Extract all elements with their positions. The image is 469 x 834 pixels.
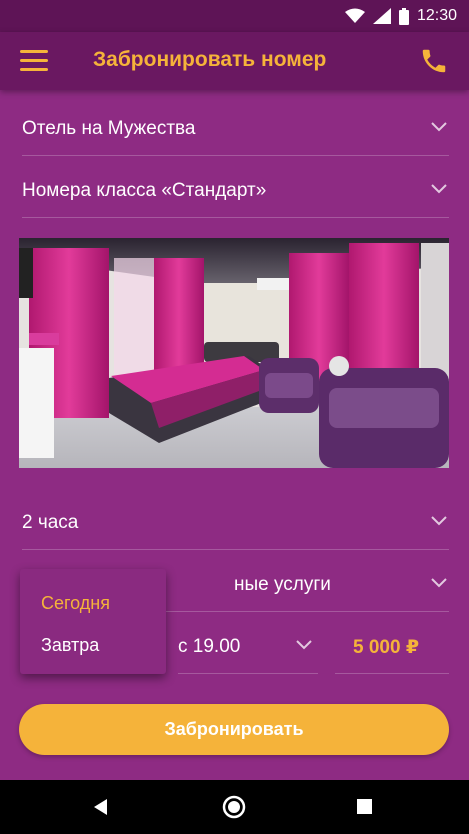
hotel-select-value: Отель на Мужества xyxy=(22,118,196,139)
hamburger-menu-icon[interactable] xyxy=(20,50,48,72)
duration-select[interactable]: 2 часа xyxy=(22,490,449,550)
room-class-select-value: Номера класса «Стандарт» xyxy=(22,180,267,201)
status-icons: 12:30 xyxy=(344,5,457,27)
status-time: 12:30 xyxy=(416,7,457,24)
room-photo xyxy=(19,238,449,468)
day-option-today[interactable]: Сегодня xyxy=(41,593,110,614)
book-button[interactable]: Забронировать xyxy=(19,704,449,755)
extra-services-value: ные услуги xyxy=(234,574,331,595)
recents-icon[interactable] xyxy=(357,799,372,814)
time-select-value: с 19.00 xyxy=(178,636,241,657)
signal-icon xyxy=(372,8,391,24)
chevron-down-icon xyxy=(431,516,447,526)
duration-select-value: 2 часа xyxy=(22,512,79,533)
day-option-tomorrow[interactable]: Завтра xyxy=(41,635,99,656)
room-class-select[interactable]: Номера класса «Стандарт» xyxy=(22,158,449,218)
chevron-down-icon xyxy=(431,184,447,194)
wifi-icon xyxy=(344,8,365,23)
battery-icon xyxy=(398,7,409,25)
app-bar: Забронировать номер xyxy=(0,32,469,90)
hotel-select[interactable]: Отель на Мужества xyxy=(22,96,449,156)
home-icon[interactable] xyxy=(222,795,246,819)
booking-form: Отель на Мужества Номера класса «Стандар… xyxy=(0,90,469,780)
status-bar: 12:30 xyxy=(0,0,469,32)
phone-icon[interactable] xyxy=(419,46,449,76)
chevron-down-icon xyxy=(296,640,312,650)
system-nav-bar xyxy=(0,780,469,834)
chevron-down-icon xyxy=(431,578,447,588)
time-select[interactable]: с 19.00 xyxy=(178,614,318,674)
page-title: Забронировать номер xyxy=(93,48,327,71)
back-icon[interactable] xyxy=(94,799,108,815)
price-display: 5 000 ₽ xyxy=(335,614,449,674)
chevron-down-icon xyxy=(431,122,447,132)
day-dropdown-menu: Сегодня Завтра xyxy=(20,569,166,674)
price-value: 5 000 ₽ xyxy=(353,637,420,658)
room-illustration xyxy=(19,238,449,468)
